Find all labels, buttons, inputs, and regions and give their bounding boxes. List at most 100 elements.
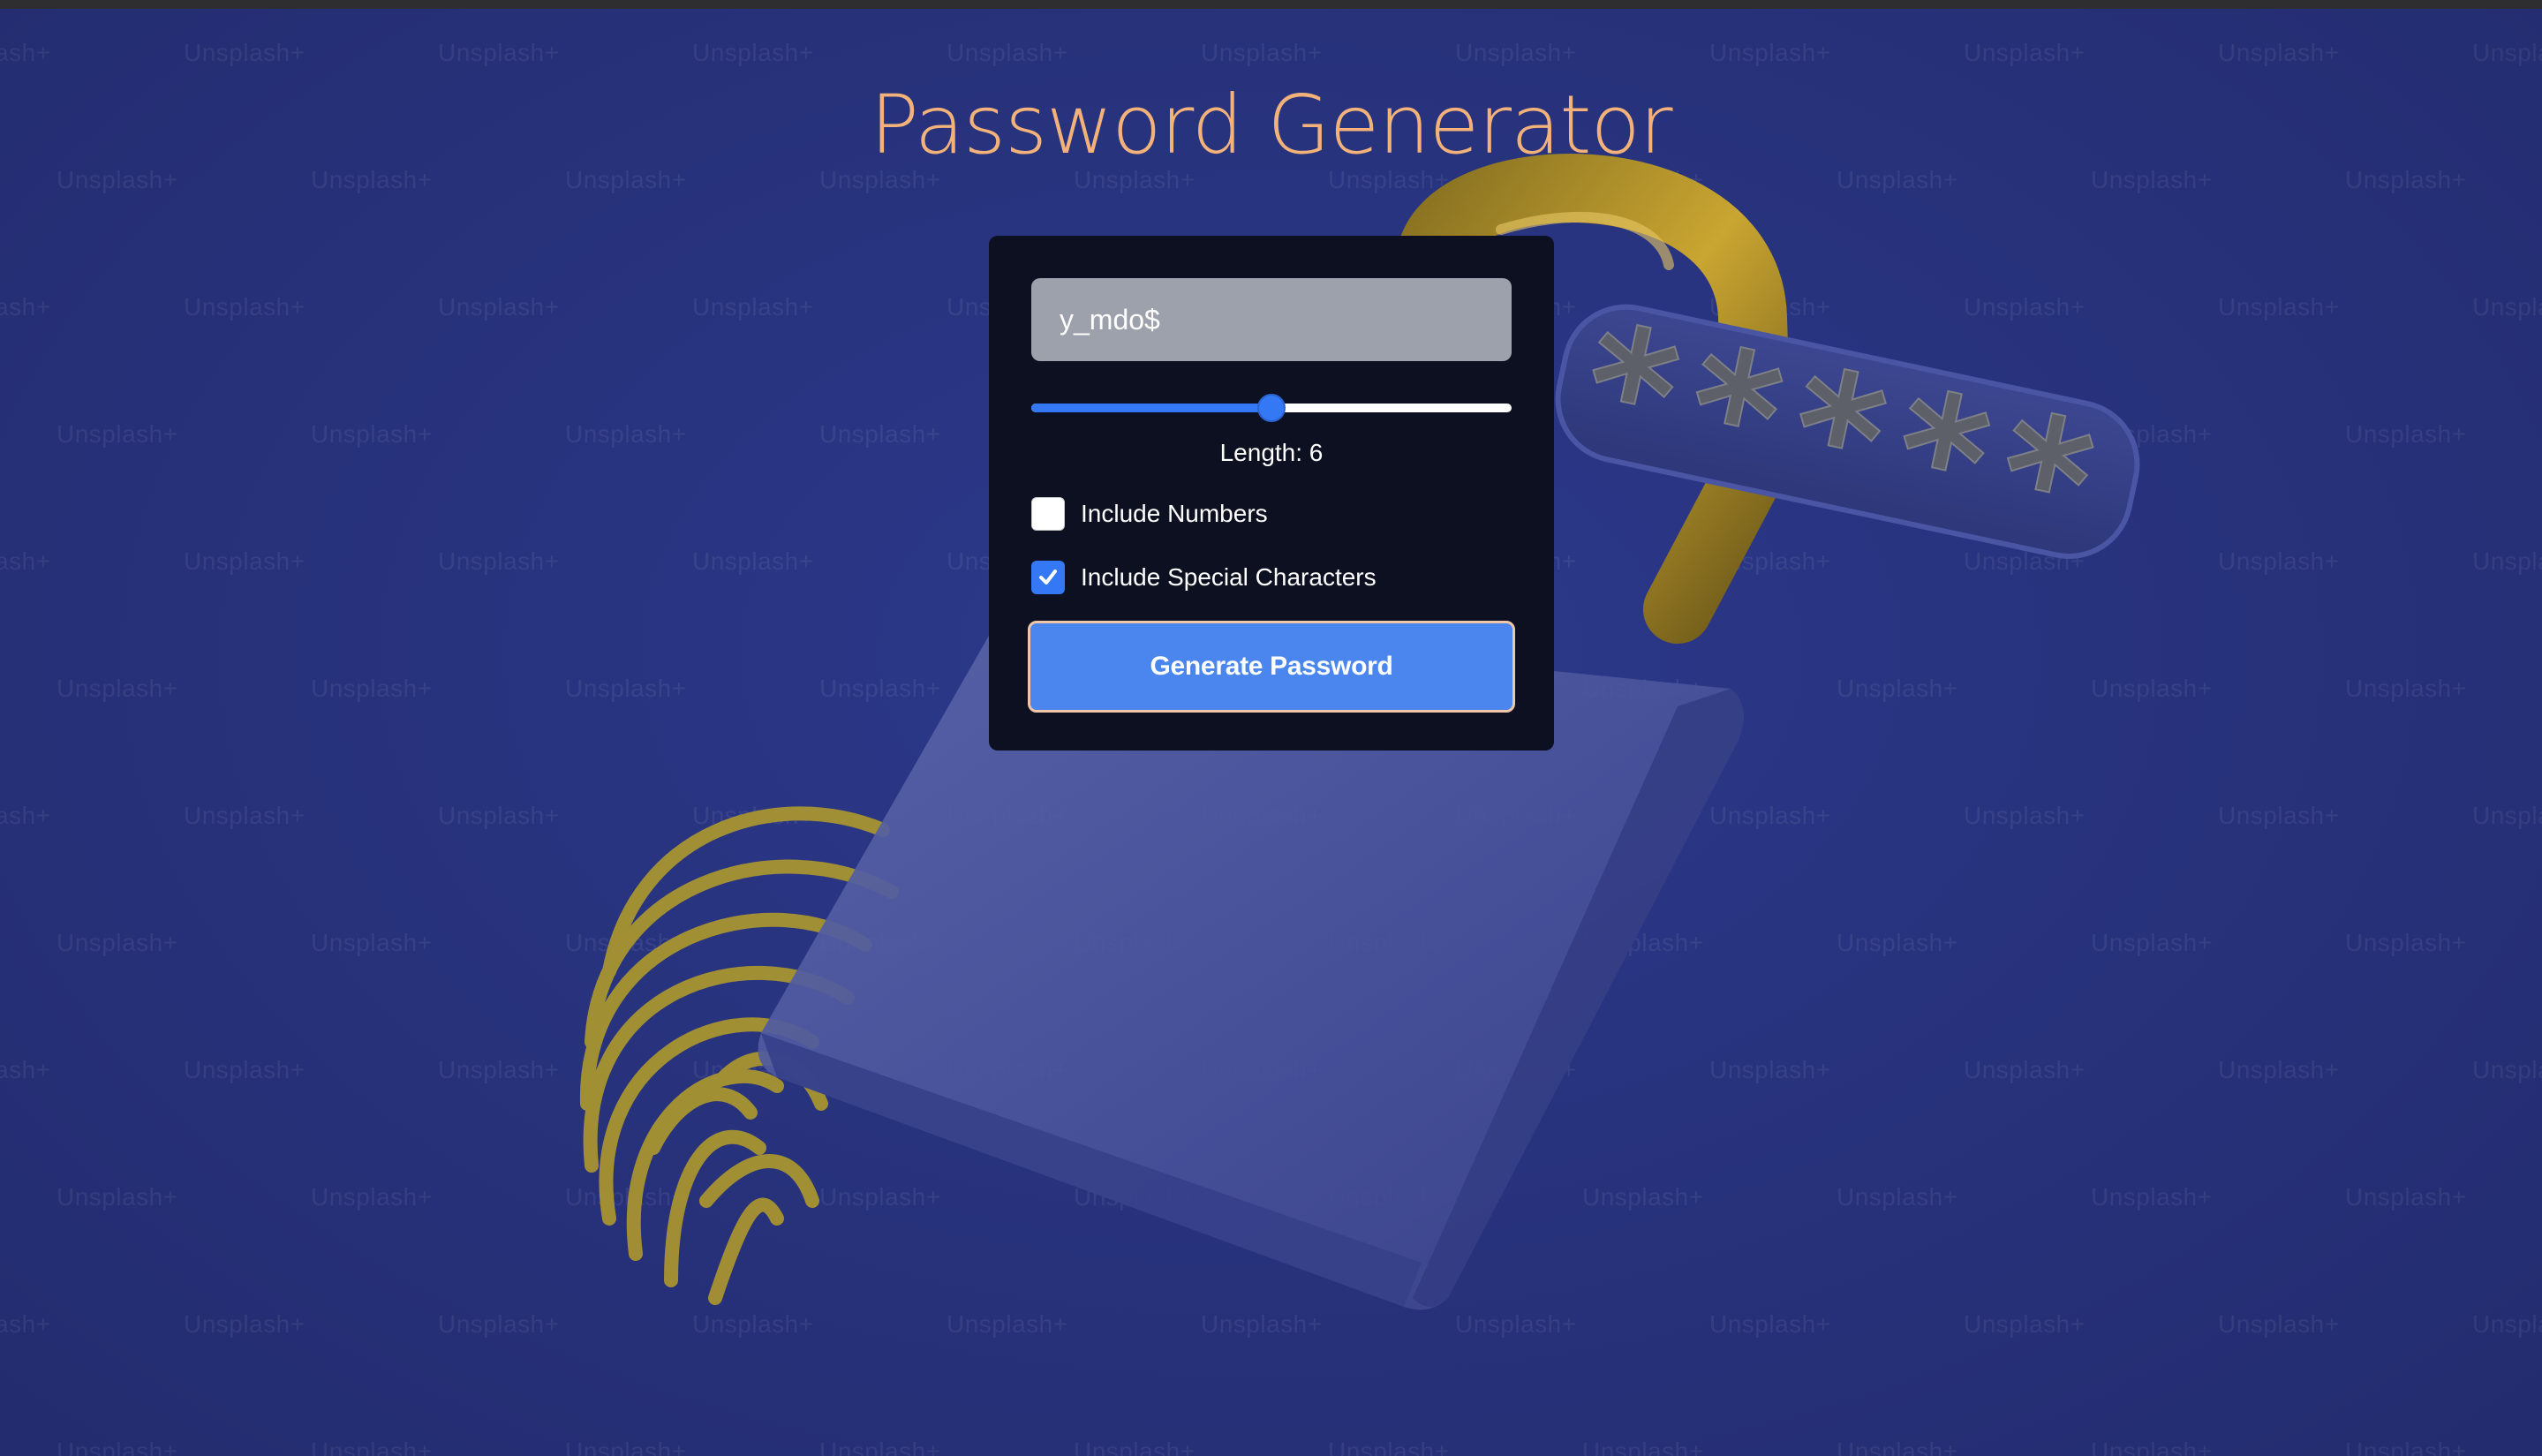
- generate-password-button[interactable]: Generate Password: [1028, 621, 1515, 713]
- watermark-text: Unsplash+: [565, 675, 687, 702]
- watermark-text: Unsplash+: [2218, 547, 2340, 575]
- watermark-text: Unsplash+: [1964, 293, 2086, 321]
- watermark-text: Unsplash+: [2345, 420, 2467, 448]
- watermark-text: Unsplash+: [1582, 1183, 1704, 1211]
- watermark-text: Unsplash+: [1709, 293, 1831, 321]
- watermark-text: Unsplash+: [2345, 1437, 2467, 1456]
- watermark-text: Unsplash+: [438, 547, 560, 575]
- watermark-text: Unsplash+: [1455, 1056, 1577, 1083]
- watermark-text: Unsplash+: [438, 39, 560, 66]
- include-special-characters-label[interactable]: Include Special Characters: [1081, 563, 1377, 592]
- include-numbers-checkbox[interactable]: [1031, 497, 1065, 531]
- watermark-row: Unsplash+ Unsplash+ Unsplash+ Unsplash+ Unsp…: [0, 802, 2542, 830]
- watermark-text: Unsplash+: [947, 1056, 1068, 1083]
- include-special-characters-checkbox[interactable]: [1031, 561, 1065, 594]
- watermark-text: Unsplash+: [947, 802, 1068, 829]
- watermark-text: Unsplash+: [0, 1310, 51, 1338]
- watermark-text: Unsplash+: [0, 547, 51, 575]
- option-include-numbers[interactable]: Include Numbers: [1031, 497, 1512, 531]
- watermark-text: Unsplash+: [1709, 547, 1831, 575]
- watermark-text: Unsplash+: [1964, 1310, 2086, 1338]
- include-numbers-label[interactable]: Include Numbers: [1081, 500, 1268, 528]
- watermark-text: Unsplash+: [819, 929, 941, 956]
- watermark-text: Unsplash+: [1201, 802, 1323, 829]
- watermark-text: Unsplash+: [1837, 1437, 1958, 1456]
- watermark-text: Unsplash+: [1709, 1056, 1831, 1083]
- watermark-text: Unsplash+: [1328, 1183, 1450, 1211]
- watermark-text: Unsplash+: [184, 547, 305, 575]
- password-asterisks-bar-icon: * * * * *: [1555, 286, 2140, 585]
- watermark-text: Unsplash+: [1582, 929, 1704, 956]
- watermark-text: Unsplash+: [57, 675, 178, 702]
- watermark-text: Unsplash+: [2091, 1437, 2213, 1456]
- watermark-row: Unsplash+ Unsplash+ Unsplash+ Unsplash+ Unsp…: [57, 1183, 2542, 1211]
- watermark-text: Unsplash+: [2472, 39, 2542, 66]
- watermark-text: Unsplash+: [2345, 675, 2467, 702]
- watermark-text: Unsplash+: [1582, 420, 1704, 448]
- watermark-text: Unsplash+: [2345, 929, 2467, 956]
- slider-fill: [1031, 404, 1271, 412]
- watermark-text: Unsplash+: [438, 802, 560, 829]
- watermark-text: Unsplash+: [1201, 1056, 1323, 1083]
- watermark-text: Unsplash+: [565, 1183, 687, 1211]
- watermark-text: Unsplash+: [692, 293, 814, 321]
- watermark-text: Unsplash+: [1582, 1437, 1704, 1456]
- watermark-text: Unsplash+: [1328, 1437, 1450, 1456]
- watermark-text: Unsplash+: [0, 1056, 51, 1083]
- watermark-text: Unsplash+: [2091, 929, 2213, 956]
- watermark-text: Unsplash+: [311, 1183, 433, 1211]
- watermark-text: Unsplash+: [2218, 39, 2340, 66]
- length-slider[interactable]: [1031, 393, 1512, 423]
- watermark-row: Unsplash+ Unsplash+ Unsplash+ Unsplash+ Unsp…: [0, 1056, 2542, 1084]
- watermark-text: Unsplash+: [311, 420, 433, 448]
- watermark-text: Unsplash+: [0, 802, 51, 829]
- watermark-text: Unsplash+: [1074, 1437, 1196, 1456]
- watermark-text: Unsplash+: [184, 802, 305, 829]
- svg-text:*: *: [1774, 331, 1900, 540]
- watermark-text: Unsplash+: [184, 1310, 305, 1338]
- watermark-text: Unsplash+: [311, 929, 433, 956]
- watermark-text: Unsplash+: [2218, 1056, 2340, 1083]
- watermark-text: Unsplash+: [692, 802, 814, 829]
- watermark-text: Unsplash+: [1837, 929, 1958, 956]
- watermark-text: Unsplash+: [0, 293, 51, 321]
- watermark-text: Unsplash+: [2472, 293, 2542, 321]
- watermark-text: Unsplash+: [692, 1310, 814, 1338]
- option-include-special-characters[interactable]: Include Special Characters: [1031, 561, 1512, 594]
- watermark-text: Unsplash+: [311, 1437, 433, 1456]
- svg-text:*: *: [1981, 375, 2108, 585]
- length-label: Length: 6: [1219, 439, 1324, 466]
- watermark-text: Unsplash+: [0, 39, 51, 66]
- watermark-text: Unsplash+: [947, 1310, 1068, 1338]
- watermark-row: Unsplash+ Unsplash+ Unsplash+ Unsplash+ Unsp…: [0, 1310, 2542, 1339]
- watermark-text: Unsplash+: [1837, 675, 1958, 702]
- fingerprint-icon: [579, 806, 899, 1305]
- watermark-text: Unsplash+: [565, 420, 687, 448]
- watermark-text: Unsplash+: [184, 1056, 305, 1083]
- watermark-text: Unsplash+: [1455, 39, 1577, 66]
- watermark-text: Unsplash+: [565, 929, 687, 956]
- watermark-text: Unsplash+: [1582, 675, 1704, 702]
- watermark-text: Unsplash+: [1964, 802, 2086, 829]
- watermark-text: Unsplash+: [2345, 1183, 2467, 1211]
- watermark-text: Unsplash+: [819, 1183, 941, 1211]
- watermark-text: Unsplash+: [1964, 547, 2086, 575]
- watermark-text: Unsplash+: [2218, 1310, 2340, 1338]
- page-title: Password Generator: [870, 78, 1672, 172]
- watermark-text: Unsplash+: [184, 293, 305, 321]
- slider-thumb[interactable]: [1257, 394, 1286, 422]
- watermark-text: Unsplash+: [57, 420, 178, 448]
- watermark-text: Unsplash+: [2472, 802, 2542, 829]
- watermark-text: Unsplash+: [57, 1437, 178, 1456]
- watermark-row: Unsplash+ Unsplash+ Unsplash+ Unsplash+ Unsp…: [57, 929, 2542, 957]
- watermark-text: Unsplash+: [1455, 1310, 1577, 1338]
- watermark-text: Unsplash+: [1455, 802, 1577, 829]
- watermark-text: Unsplash+: [1964, 39, 2086, 66]
- password-output-field[interactable]: [1031, 278, 1512, 361]
- watermark-text: Unsplash+: [1328, 929, 1450, 956]
- watermark-text: Unsplash+: [438, 1310, 560, 1338]
- watermark-text: Unsplash+: [438, 293, 560, 321]
- watermark-text: Unsplash+: [1964, 1056, 2086, 1083]
- watermark-text: Unsplash+: [1201, 1310, 1323, 1338]
- watermark-text: Unsplash+: [2091, 1183, 2213, 1211]
